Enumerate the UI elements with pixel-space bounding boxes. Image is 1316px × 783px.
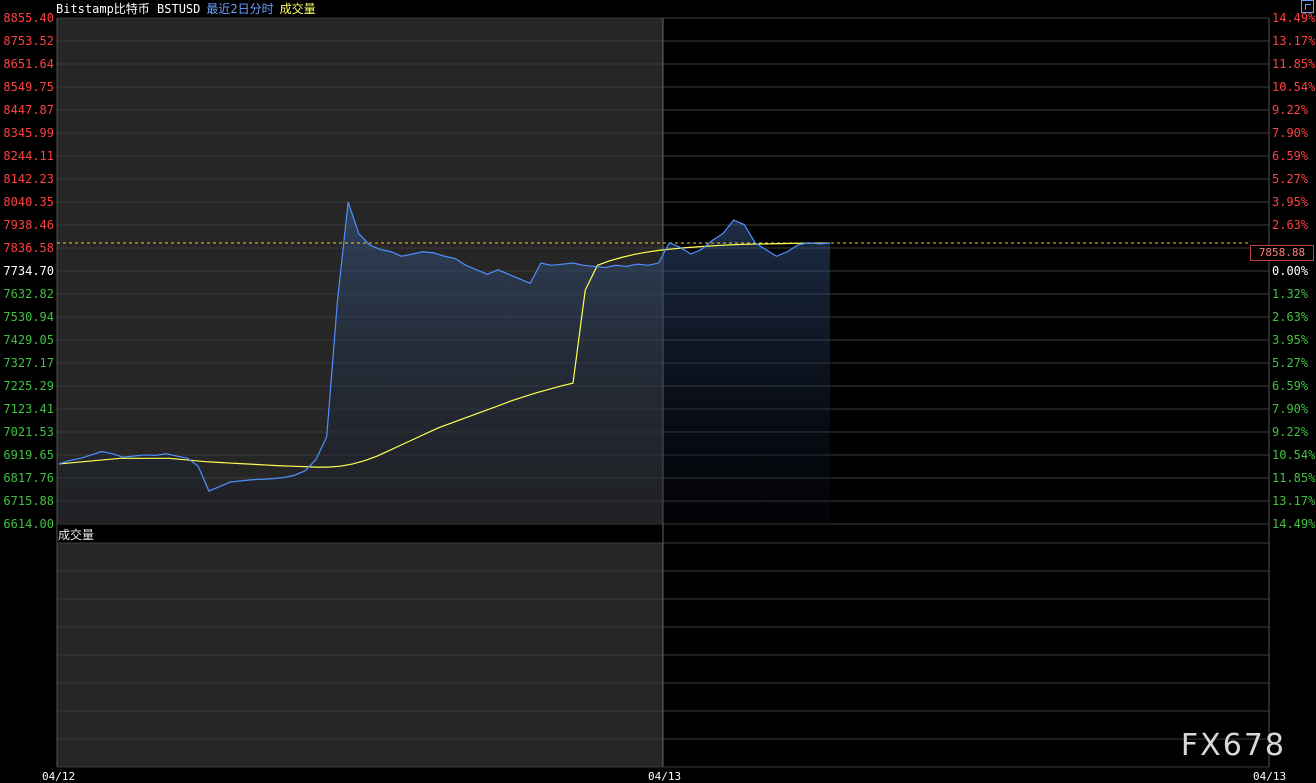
left-tick-label: 8753.52 — [3, 34, 54, 48]
left-tick-label: 7429.05 — [3, 333, 54, 347]
date-label-end: 04/13 — [1253, 770, 1287, 783]
left-axis-ticks: 8855.40 8753.52 8651.64 8549.75 8447.87 8345.… — [3, 11, 54, 531]
right-axis-ticks: 14.49% 13.17% 11.85% 10.54% 9.22% 7.90% 6.59% 5… — [1272, 11, 1316, 531]
last-price-tag: 7858.88 — [1250, 245, 1314, 261]
right-tick-label: 3.95% — [1272, 195, 1309, 209]
right-tick-label: 9.22% — [1272, 425, 1309, 439]
volume-panel-title: 成交量 — [58, 528, 95, 542]
left-tick-label: 8651.64 — [3, 57, 54, 71]
right-tick-label: 7.90% — [1272, 126, 1309, 140]
watermark-logo: FX678 — [1180, 728, 1286, 763]
right-tick-label: 13.17% — [1272, 494, 1316, 508]
right-tick-label: 3.95% — [1272, 333, 1309, 347]
left-tick-label: 6817.76 — [3, 471, 54, 485]
right-tick-label: 13.17% — [1272, 34, 1316, 48]
left-tick-label: 8142.23 — [3, 172, 54, 186]
left-tick-label: 6715.88 — [3, 494, 54, 508]
right-tick-label: 6.59% — [1272, 149, 1309, 163]
right-tick-label: 14.49% — [1272, 11, 1316, 25]
date-label-mid: 04/13 — [648, 770, 682, 783]
left-tick-label: 7836.58 — [3, 241, 54, 255]
left-tick-label: 8244.11 — [3, 149, 54, 163]
left-tick-label: 6919.65 — [3, 448, 54, 462]
left-tick-label: 7123.41 — [3, 402, 54, 416]
right-tick-label: 10.54% — [1272, 80, 1316, 94]
left-tick-label: 7021.53 — [3, 425, 54, 439]
right-tick-label: 5.27% — [1272, 172, 1309, 186]
right-tick-label: 1.32% — [1272, 287, 1309, 301]
left-tick-label: 8855.40 — [3, 11, 54, 25]
right-tick-label: 5.27% — [1272, 356, 1309, 370]
right-tick-label: 11.85% — [1272, 57, 1316, 71]
left-tick-label: 7632.82 — [3, 287, 54, 301]
left-tick-label: 7225.29 — [3, 379, 54, 393]
date-label-start: 04/12 — [42, 770, 76, 783]
right-tick-label: 10.54% — [1272, 448, 1316, 462]
left-tick-label: 7938.46 — [3, 218, 54, 232]
left-tick-label: 7734.70 — [3, 264, 54, 278]
left-tick-label: 7530.94 — [3, 310, 54, 324]
right-tick-label: 2.63% — [1272, 218, 1309, 232]
left-tick-label: 7327.17 — [3, 356, 54, 370]
right-tick-label: 7.90% — [1272, 402, 1309, 416]
right-tick-label: 9.22% — [1272, 103, 1309, 117]
left-tick-label: 6614.00 — [3, 517, 54, 531]
left-tick-label: 8549.75 — [3, 80, 54, 94]
right-tick-label: 6.59% — [1272, 379, 1309, 393]
right-tick-label: 14.49% — [1272, 517, 1316, 531]
left-tick-label: 8040.35 — [3, 195, 54, 209]
left-tick-label: 8447.87 — [3, 103, 54, 117]
right-tick-label: 0.00% — [1272, 264, 1309, 278]
right-tick-label: 2.63% — [1272, 310, 1309, 324]
right-tick-label: 11.85% — [1272, 471, 1316, 485]
left-tick-label: 8345.99 — [3, 126, 54, 140]
price-chart[interactable]: 8855.40 8753.52 8651.64 8549.75 8447.87 8345.… — [0, 0, 1316, 783]
